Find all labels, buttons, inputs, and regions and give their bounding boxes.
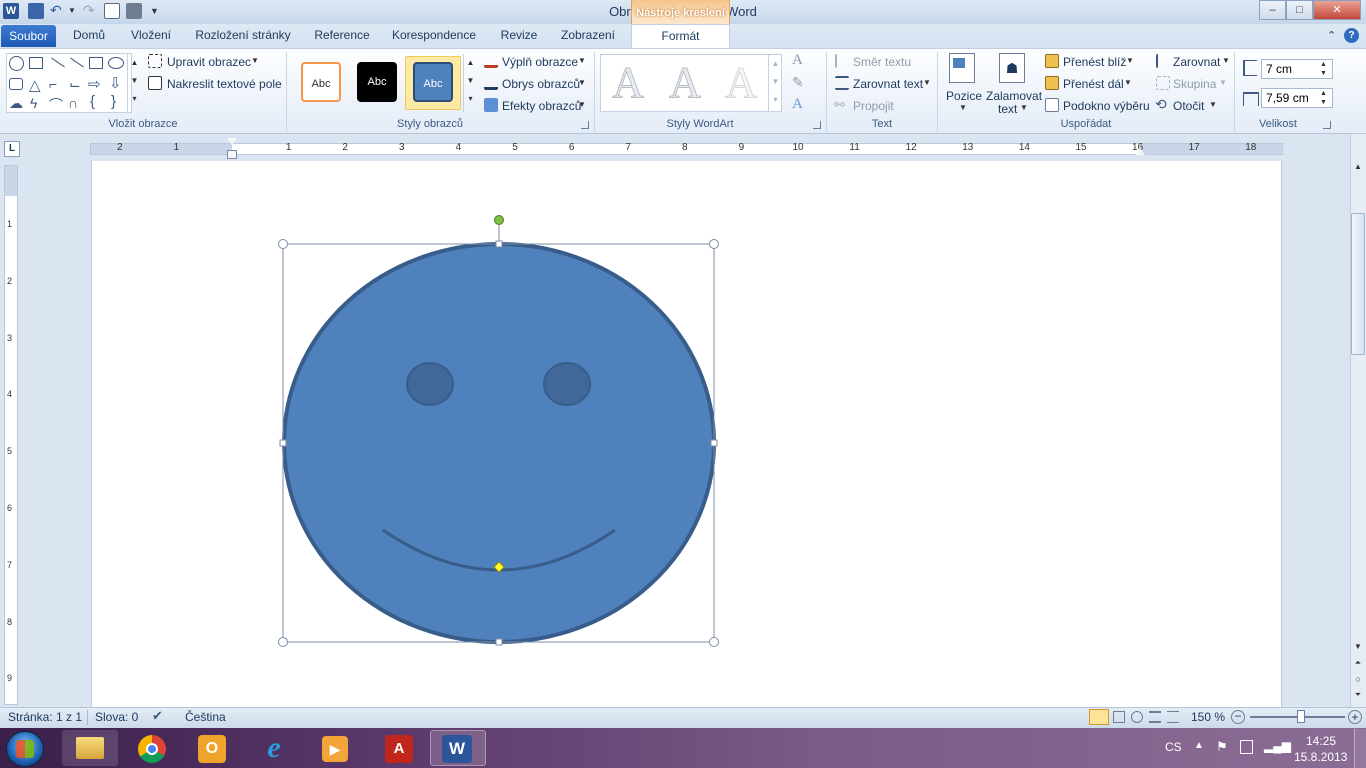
resize-handle-top[interactable] — [495, 240, 503, 248]
media-player-icon[interactable]: ▶ — [322, 736, 348, 762]
show-desktop-button[interactable] — [1354, 729, 1366, 768]
scroll-down-icon[interactable]: ▼ — [1352, 642, 1364, 651]
battery-icon[interactable] — [1240, 740, 1253, 754]
zoom-out-icon[interactable]: − — [1231, 710, 1245, 724]
scroll-up-icon[interactable]: ▲ — [1352, 162, 1364, 171]
acrobat-icon[interactable]: A — [385, 735, 413, 763]
tray-expand-icon[interactable]: ▲ — [1194, 740, 1204, 751]
resize-handle-left[interactable] — [279, 439, 287, 447]
outline-view-icon[interactable] — [1149, 711, 1161, 723]
status-separator — [87, 710, 88, 725]
word-icon: W — [442, 735, 472, 763]
page-count[interactable]: Stránka: 1 z 1 — [8, 710, 82, 724]
previous-page-icon[interactable]: ⏶ — [1352, 658, 1364, 668]
explorer-icon — [76, 737, 104, 759]
resize-handle-bottom-left[interactable] — [278, 637, 288, 647]
outlook-icon[interactable]: O — [198, 735, 226, 763]
smiley-shape-canvas — [278, 215, 719, 647]
proofing-icon[interactable]: ✔ — [152, 708, 163, 724]
scroll-thumb[interactable] — [1351, 213, 1365, 355]
smiley-left-eye — [406, 362, 454, 406]
network-icon[interactable]: ▂▄▆ — [1264, 739, 1291, 753]
next-page-icon[interactable]: ⏷ — [1352, 690, 1364, 700]
zoom-in-icon[interactable]: + — [1348, 710, 1362, 724]
zoom-slider-thumb[interactable] — [1297, 710, 1305, 723]
windows-logo-icon — [16, 740, 34, 758]
word-count[interactable]: Slova: 0 — [95, 710, 138, 724]
resize-handle-bottom[interactable] — [495, 638, 503, 646]
zoom-level[interactable]: 150 % — [1191, 710, 1225, 724]
resize-handle-bottom-right[interactable] — [709, 637, 719, 647]
ie-icon[interactable]: e — [259, 733, 289, 763]
language-status[interactable]: Čeština — [185, 710, 226, 724]
action-center-icon[interactable]: ⚑ — [1216, 739, 1228, 755]
clock-time[interactable]: 14:25 — [1306, 734, 1336, 748]
keyboard-language[interactable]: CS — [1165, 740, 1182, 754]
smiley-right-eye — [543, 362, 591, 406]
chrome-icon-center — [146, 743, 158, 755]
smiley-face[interactable] — [282, 242, 716, 644]
resize-handle-top-right[interactable] — [709, 239, 719, 249]
full-screen-reading-icon[interactable] — [1113, 711, 1125, 723]
print-layout-view-icon[interactable] — [1089, 709, 1109, 725]
resize-handle-right[interactable] — [710, 439, 718, 447]
draft-view-icon[interactable] — [1167, 711, 1179, 723]
clock-date[interactable]: 15.8.2013 — [1294, 750, 1347, 764]
rotate-handle[interactable] — [494, 215, 504, 225]
browse-object-icon[interactable]: ○ — [1352, 674, 1364, 684]
resize-handle-top-left[interactable] — [278, 239, 288, 249]
smiley-shape[interactable] — [282, 242, 716, 644]
web-layout-icon[interactable] — [1131, 711, 1143, 723]
